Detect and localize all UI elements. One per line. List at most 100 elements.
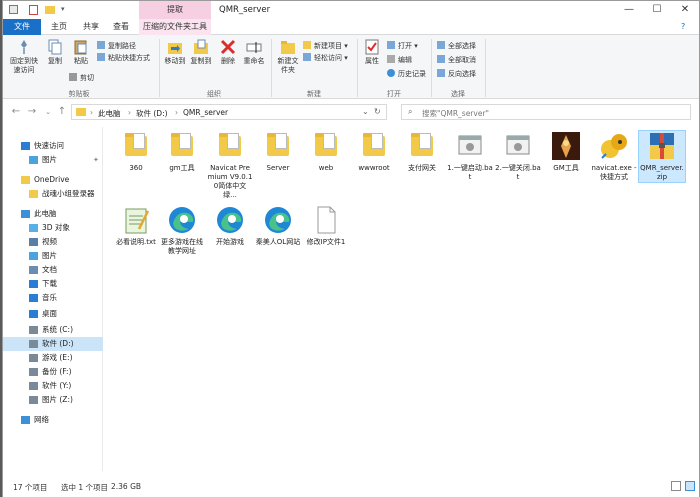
invert-selection-button[interactable]: 反向选择 [437, 69, 476, 79]
sidebar-item[interactable]: 3D 对象 [3, 221, 103, 235]
maximize-button[interactable]: ☐ [643, 1, 671, 19]
file-item[interactable]: 修改IP文件1 [303, 205, 349, 247]
open-group-label: 打开 [387, 90, 401, 98]
file-item[interactable]: Navicat Premium V9.0.10简体中文绿... [207, 131, 253, 200]
delete-label: 删除 [221, 57, 235, 65]
tab-share[interactable]: 共享 [77, 19, 105, 35]
close-button[interactable]: ✕ [671, 1, 699, 19]
cut-button[interactable]: 剪切 [69, 73, 94, 83]
sidebar-item-label: 软件 (Y:) [42, 381, 72, 390]
search-box[interactable]: ⌕ 搜索"QMR_server" [401, 104, 691, 120]
copy-button[interactable]: 复制 [43, 39, 67, 66]
breadcrumb-this-pc[interactable]: 此电脑 [98, 108, 121, 119]
file-name: 2.一键关闭.bat [495, 164, 541, 181]
sidebar-item[interactable]: 图片 ✦ [3, 153, 103, 167]
sidebar-item[interactable]: 图片 (Z:) [3, 393, 103, 407]
sidebar-item-label: 软件 (D:) [42, 339, 74, 348]
details-view-button[interactable] [671, 481, 681, 491]
refresh-icon[interactable]: ↻ [374, 107, 381, 116]
drive-icon [29, 396, 38, 404]
sidebar-item[interactable]: 软件 (Y:) [3, 379, 103, 393]
tab-file[interactable]: 文件 [3, 19, 41, 35]
properties-button[interactable]: 属性 [361, 39, 383, 66]
new-item-label: 新建项目 ▾ [314, 42, 348, 50]
quick-access-dropdown-icon[interactable]: ▾ [61, 5, 71, 15]
move-to-label: 移动到 [164, 57, 186, 65]
file-item[interactable]: QMR_server.zip [638, 130, 686, 183]
paste-button[interactable]: 粘贴 [69, 39, 93, 66]
folder-icon [121, 131, 151, 161]
sidebar-item[interactable]: 此电脑 [3, 207, 103, 221]
sidebar-item[interactable]: 网络 [3, 413, 103, 427]
file-item[interactable]: navicat.exe - 快捷方式 [591, 131, 637, 182]
breadcrumb-drive-d[interactable]: 软件 (D:) [136, 108, 168, 119]
file-item[interactable]: 开始游戏 [207, 205, 253, 247]
new-folder-quick-icon[interactable] [45, 6, 55, 14]
history-button[interactable]: 历史记录 [387, 69, 426, 79]
file-item[interactable]: 必看说明.txt [113, 205, 159, 247]
copy-path-button[interactable]: 复制路径 [97, 41, 136, 51]
copy-to-button[interactable]: 复制到 [189, 39, 213, 66]
sidebar-item[interactable]: 软件 (D:) [3, 337, 103, 351]
sidebar-item[interactable]: 文档 [3, 263, 103, 277]
properties-quick-icon[interactable] [29, 5, 38, 15]
minimize-button[interactable]: — [615, 1, 643, 19]
sidebar-item[interactable]: 音乐 [3, 291, 103, 305]
file-item[interactable]: 秦美人OL网站 [255, 205, 301, 247]
move-to-button[interactable]: 移动到 [163, 39, 187, 66]
delete-button[interactable]: 删除 [217, 39, 239, 66]
up-button[interactable]: ↑ [55, 106, 69, 118]
new-folder-button[interactable]: 新建文件夹 [275, 39, 301, 75]
file-item[interactable]: 2.一键关闭.bat [495, 131, 541, 182]
file-item[interactable]: web [303, 131, 349, 173]
sidebar-item[interactable]: 视频 [3, 235, 103, 249]
select-all-button[interactable]: 全部选择 [437, 41, 476, 51]
sidebar-item-label: 快速访问 [34, 141, 64, 150]
large-icons-view-button[interactable] [685, 481, 695, 491]
tab-view[interactable]: 查看 [107, 19, 135, 35]
context-tab-extract[interactable]: 提取 [139, 1, 211, 19]
tab-compressed-folder-tools[interactable]: 压缩的文件夹工具 [139, 19, 211, 35]
sidebar-item-label: 图片 (Z:) [42, 395, 73, 404]
back-button[interactable]: ← [9, 106, 23, 118]
sidebar-item[interactable]: 图片 [3, 249, 103, 263]
select-all-label: 全部选择 [448, 42, 476, 50]
forward-button[interactable]: → [25, 106, 39, 118]
address-box[interactable]: › 此电脑 › 软件 (D:) › QMR_server ⌄ ↻ [71, 104, 387, 120]
help-icon[interactable]: ? [681, 22, 685, 31]
new-folder-label: 新建文件夹 [277, 57, 299, 74]
file-name: 修改IP文件1 [306, 238, 346, 246]
file-item[interactable]: 1.一键启动.bat [447, 131, 493, 182]
sidebar-item[interactable]: 备份 (F:) [3, 365, 103, 379]
sidebar-item[interactable]: 系统 (C:) [3, 323, 103, 337]
paste-shortcut-button[interactable]: 粘贴快捷方式 [97, 53, 150, 63]
recent-locations-dropdown[interactable]: ⌄ [41, 106, 55, 118]
select-none-button[interactable]: 全部取消 [437, 55, 476, 65]
address-dropdown-icon[interactable]: ⌄ [362, 107, 369, 116]
easy-access-button[interactable]: 轻松访问 ▾ [303, 53, 348, 63]
pin-quick-access-button[interactable]: 固定到快速访问 [7, 39, 41, 75]
file-item[interactable]: GM工具 [543, 131, 589, 173]
file-item[interactable]: 更多游戏在线教学网址 [159, 205, 205, 256]
breadcrumb-qmr-server[interactable]: QMR_server [183, 108, 228, 117]
edit-button[interactable]: 编辑 [387, 55, 412, 65]
file-item[interactable]: Server [255, 131, 301, 173]
file-name: 支付网关 [408, 164, 436, 172]
sidebar-item[interactable]: 快速访问 [3, 139, 103, 153]
sidebar-item[interactable]: OneDrive [3, 173, 103, 187]
sidebar-item[interactable]: 桌面 [3, 307, 103, 321]
sidebar-item[interactable]: 下载 [3, 277, 103, 291]
file-item[interactable]: 360 [113, 131, 159, 173]
open-button[interactable]: 打开 ▾ [387, 41, 418, 51]
sidebar-item-label: 文档 [42, 265, 57, 274]
file-item[interactable]: wwwroot [351, 131, 397, 173]
file-item[interactable]: 支付网关 [399, 131, 445, 173]
file-item[interactable]: gm工具 [159, 131, 205, 173]
rename-button[interactable]: 重命名 [241, 39, 267, 66]
sidebar-item[interactable]: 游戏 (E:) [3, 351, 103, 365]
sidebar-item[interactable]: 战魂小组登录器 [3, 187, 103, 201]
title-bar: ▾ 提取 QMR_server — ☐ ✕ [3, 1, 699, 19]
tab-home[interactable]: 主页 [45, 19, 73, 35]
new-item-button[interactable]: 新建项目 ▾ [303, 41, 348, 51]
folder-icon [263, 131, 293, 161]
